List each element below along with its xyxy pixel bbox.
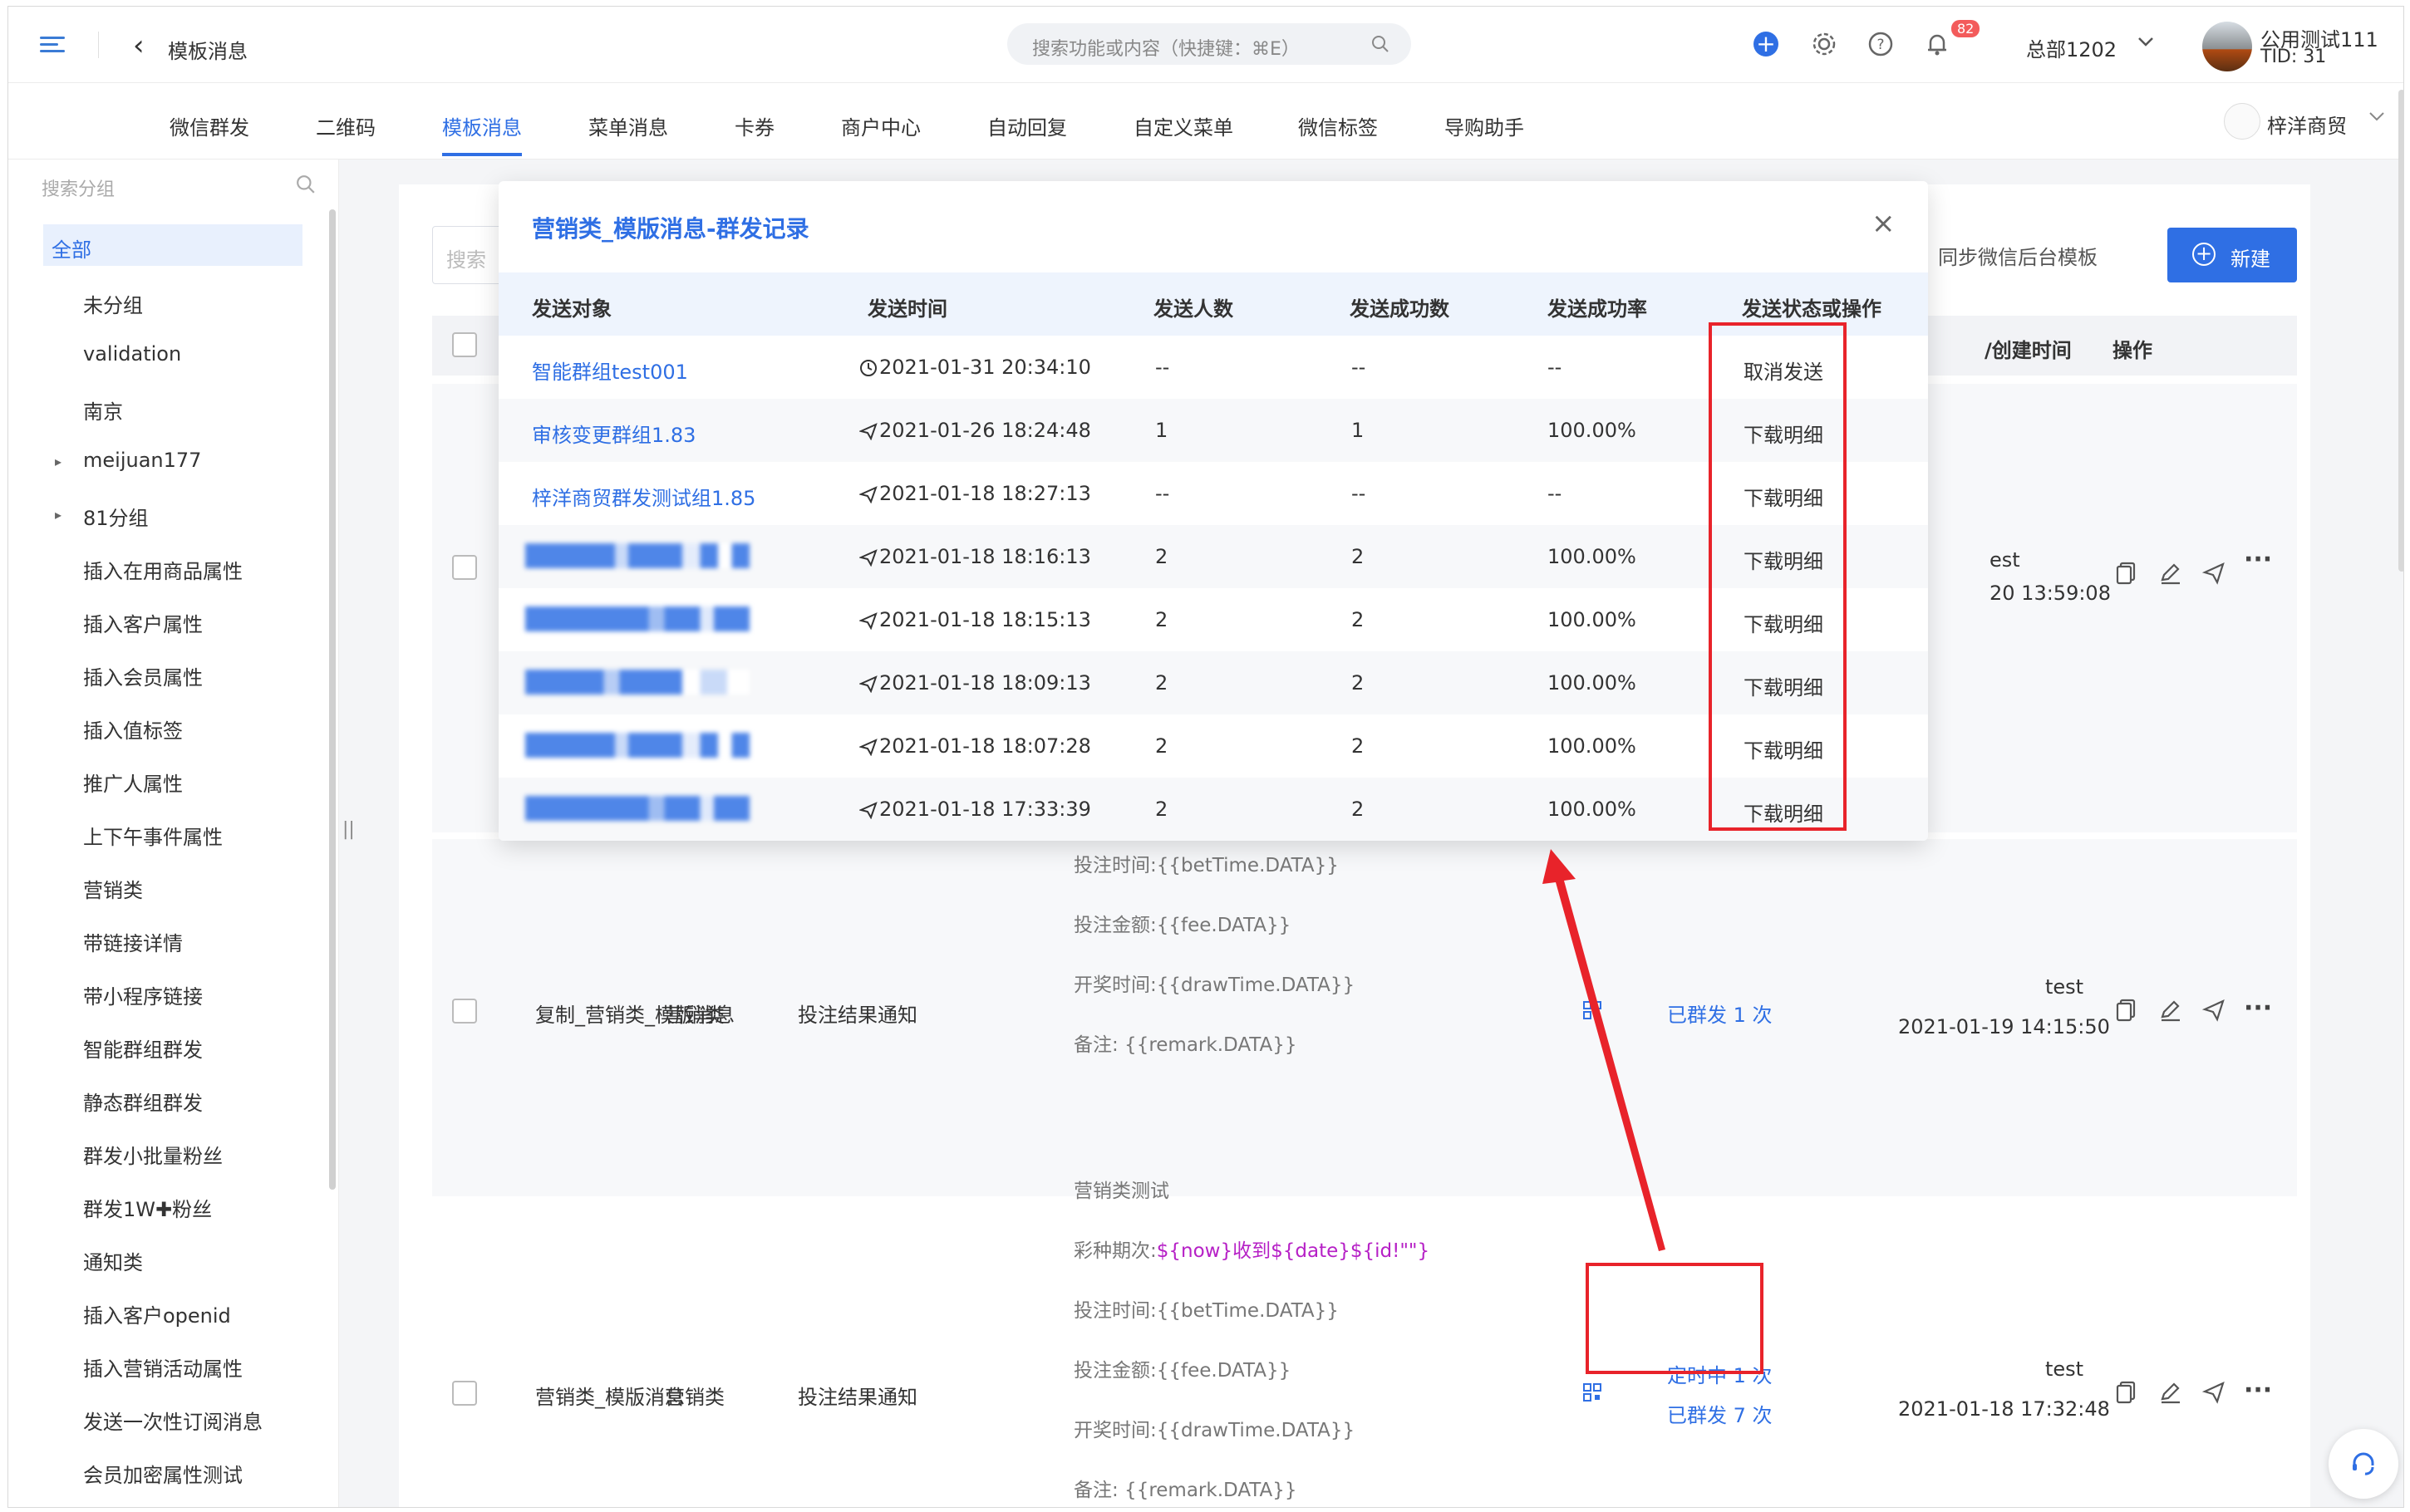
annotation-arrow [1542,849,1665,1251]
app-window: ‹ 模板消息 搜索功能或内容（快捷键：⌘E） + ? 82 总部1202 公用测… [8,7,2403,1507]
